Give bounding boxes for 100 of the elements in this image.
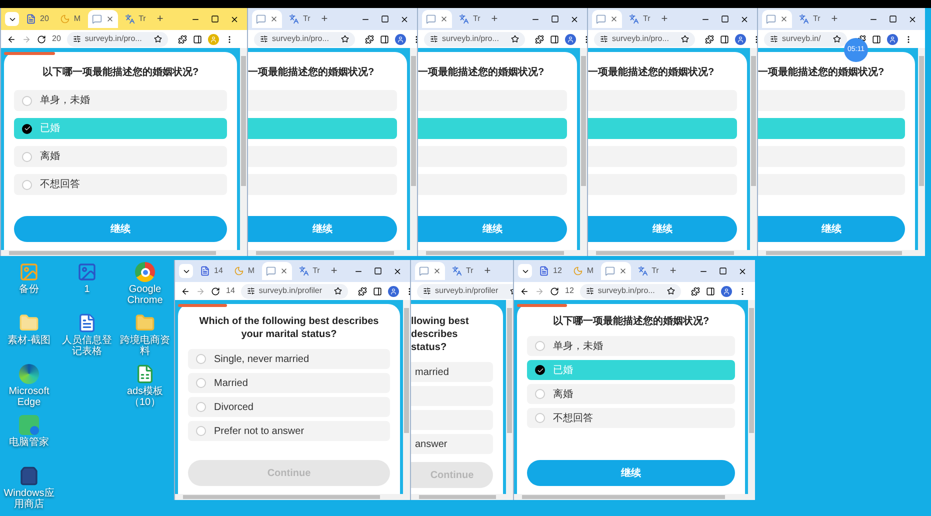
browser-tab[interactable]: M <box>230 262 259 280</box>
vertical-scrollbar[interactable] <box>918 48 925 250</box>
site-settings-icon[interactable] <box>246 287 255 295</box>
scrollbar-thumb[interactable] <box>581 56 586 186</box>
bookmark-star-icon[interactable] <box>680 35 689 43</box>
browser-tab[interactable]: Tr <box>634 262 663 280</box>
new-tab-button[interactable]: + <box>657 10 672 28</box>
extensions-icon[interactable] <box>534 34 544 44</box>
profile-avatar[interactable] <box>886 34 898 44</box>
side-panel-icon[interactable] <box>192 34 202 44</box>
profile-avatar[interactable] <box>734 34 746 44</box>
site-settings-icon[interactable] <box>430 35 438 43</box>
reload-icon[interactable] <box>37 34 46 44</box>
horizontal-scrollbar[interactable] <box>418 250 587 256</box>
extensions-icon[interactable] <box>358 286 368 296</box>
close-tab-icon[interactable] <box>433 267 441 275</box>
close-tab-icon[interactable] <box>440 15 448 23</box>
vertical-scrollbar[interactable] <box>748 300 755 494</box>
back-icon[interactable] <box>181 286 190 296</box>
new-tab-button[interactable]: + <box>326 262 342 280</box>
scrollbar-thumb[interactable] <box>751 56 756 186</box>
browser-tab[interactable]: Tr <box>795 10 824 28</box>
tab-list-button[interactable] <box>518 264 532 278</box>
answer-option[interactable]: 不想回答 <box>14 174 227 195</box>
bookmark-star-icon[interactable] <box>510 35 519 43</box>
answer-option[interactable]: 离婚 <box>527 384 735 404</box>
vertical-scrollbar[interactable] <box>750 48 757 250</box>
horizontal-scrollbar[interactable] <box>514 494 755 500</box>
browser-tab[interactable]: Tr <box>448 262 478 280</box>
close-tab-icon[interactable] <box>270 15 278 23</box>
scrollbar-thumb[interactable] <box>404 308 409 433</box>
profile-avatar[interactable] <box>394 34 406 44</box>
vertical-scrollbar[interactable] <box>410 48 417 250</box>
horizontal-scrollbar[interactable] <box>175 494 410 500</box>
answer-option[interactable]: married <box>411 362 493 382</box>
new-tab-button[interactable]: + <box>480 262 495 280</box>
scrollbar-thumb[interactable] <box>919 56 924 186</box>
site-settings-icon[interactable] <box>600 35 608 43</box>
bookmark-star-icon[interactable] <box>340 35 349 43</box>
browser-tab[interactable]: 12 <box>535 262 566 280</box>
reload-icon[interactable] <box>550 286 559 296</box>
address-bar[interactable]: surveyb.in/pro... <box>594 32 695 46</box>
new-tab-button[interactable]: + <box>152 10 168 28</box>
browser-tab[interactable]: 14 <box>196 262 227 280</box>
address-bar[interactable]: surveyb.in/profiler <box>240 284 348 298</box>
side-panel-icon[interactable] <box>706 286 715 296</box>
scrollbar-thumb[interactable] <box>507 308 512 433</box>
extensions-icon[interactable] <box>364 34 374 44</box>
answer-option[interactable]: 单身，未婚 <box>527 336 735 356</box>
side-panel-icon[interactable] <box>720 34 729 44</box>
reload-icon[interactable] <box>211 286 220 296</box>
answer-option[interactable]: Single, never married <box>188 349 390 369</box>
horizontal-scrollbar[interactable] <box>588 250 757 256</box>
back-icon[interactable] <box>520 286 529 296</box>
horizontal-scrollbar[interactable] <box>758 250 925 256</box>
browser-tab[interactable]: Tr <box>625 10 654 28</box>
close-tab-icon[interactable] <box>780 15 788 23</box>
site-settings-icon[interactable] <box>423 287 431 295</box>
answer-option[interactable]: answer <box>411 434 493 454</box>
answer-option[interactable]: Prefer not to answer <box>188 421 390 441</box>
scrollbar-thumb[interactable] <box>749 308 754 433</box>
vertical-scrollbar[interactable] <box>403 300 410 494</box>
new-tab-button[interactable]: + <box>317 10 332 28</box>
answer-option[interactable]: Married <box>188 373 390 393</box>
site-settings-icon[interactable] <box>72 35 81 43</box>
bookmark-star-icon[interactable] <box>154 35 162 43</box>
browser-tab[interactable]: Tr <box>120 10 150 28</box>
scrollbar-thumb[interactable] <box>241 56 246 186</box>
close-tab-icon[interactable] <box>106 15 114 23</box>
browser-tab[interactable]: 20 <box>22 10 53 28</box>
horizontal-scrollbar[interactable] <box>411 494 513 500</box>
answer-option[interactable]: 离婚 <box>14 146 227 167</box>
browser-tab[interactable]: Tr <box>285 10 314 28</box>
close-tab-icon[interactable] <box>280 267 288 275</box>
horizontal-scrollbar[interactable] <box>1 250 247 256</box>
site-settings-icon[interactable] <box>260 35 268 43</box>
vertical-scrollbar[interactable] <box>240 48 247 250</box>
side-panel-icon[interactable] <box>380 34 389 44</box>
answer-option[interactable]: 不想回答 <box>527 408 735 428</box>
bookmark-star-icon[interactable] <box>832 35 841 43</box>
profile-avatar[interactable] <box>564 34 576 44</box>
vertical-scrollbar[interactable] <box>580 48 587 250</box>
profile-avatar[interactable] <box>388 286 400 296</box>
back-icon[interactable] <box>7 34 16 44</box>
horizontal-scrollbar[interactable] <box>248 250 417 256</box>
address-bar[interactable]: surveyb.in/pro... <box>424 32 525 46</box>
browser-tab[interactable]: M <box>56 10 85 28</box>
tab-list-button[interactable] <box>179 264 193 278</box>
answer-option[interactable]: 单身，未婚 <box>14 90 227 111</box>
close-tab-icon[interactable] <box>618 267 627 275</box>
address-bar[interactable]: surveyb.in/pro... <box>66 32 168 46</box>
bookmark-star-icon[interactable] <box>666 287 675 295</box>
site-settings-icon[interactable] <box>586 287 594 295</box>
new-tab-button[interactable]: + <box>666 262 680 280</box>
site-settings-icon[interactable] <box>770 35 778 43</box>
browser-tab[interactable]: Tr <box>455 10 484 28</box>
address-bar[interactable]: surveyb.in/ <box>764 32 847 46</box>
extensions-icon[interactable] <box>178 34 187 44</box>
profile-avatar[interactable] <box>720 286 732 296</box>
side-panel-icon[interactable] <box>550 34 559 44</box>
